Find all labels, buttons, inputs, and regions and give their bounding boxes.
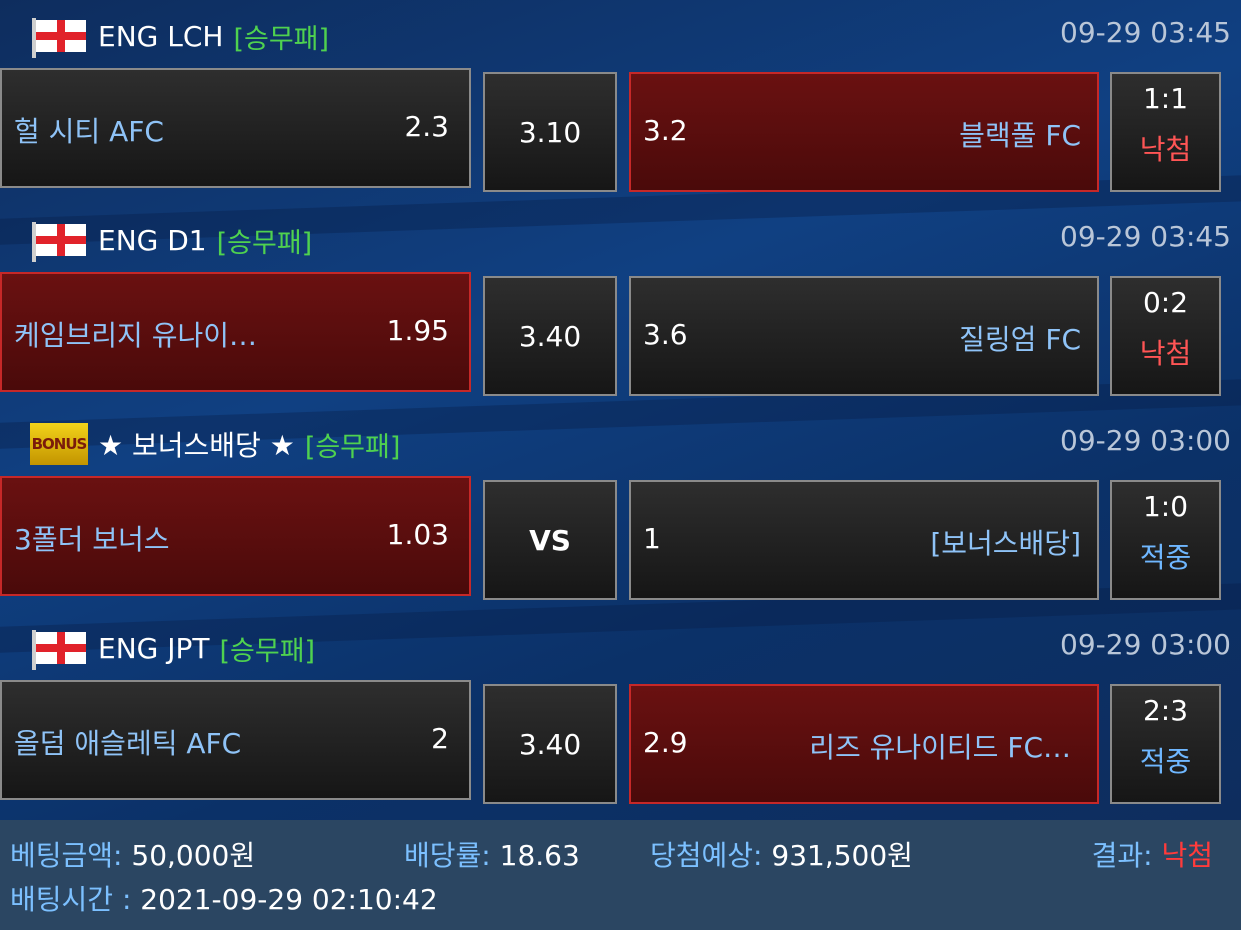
draw-bet-button[interactable]: VS [483,480,617,600]
market-type: [승무패] [216,227,313,259]
league-info: ENG D1 [승무패] [32,220,313,262]
total-odds-value: 18.63 [499,839,580,872]
match-row: ENG JPT [승무패] 09-29 03:00 올덤 애슬레틱 AFC 2 … [0,612,1241,816]
league-info: ENG LCH [승무패] [32,16,330,58]
draw-odds: VS [529,523,571,557]
league-info: ENG JPT [승무패] [32,628,316,670]
away-odds: 1 [643,522,661,555]
result-box: 2:3 적중 [1110,684,1221,804]
bet-result-label: 결과: [1091,839,1153,872]
away-odds: 3.2 [643,114,688,147]
away-team-name: 리즈 유나이티드 FC… [809,731,1071,764]
match-header: BONUS ★ 보너스배당 ★ [승무패] 09-29 03:00 [0,408,1241,476]
draw-odds: 3.10 [518,115,582,149]
market-type: [승무패] [233,23,330,55]
england-flag-icon [32,630,88,670]
home-team-name: 올덤 애슬레틱 AFC [14,727,242,760]
league-name: ★ 보너스배당 ★ [98,429,295,462]
league-info: BONUS ★ 보너스배당 ★ [승무패] [30,423,401,465]
away-odds: 3.6 [643,318,688,351]
result-box: 0:2 낙첨 [1110,276,1221,396]
result-box: 1:1 낙첨 [1110,72,1221,192]
market-type: [승무패] [219,635,316,667]
bet-outcome: 적중 [1139,745,1192,778]
home-team-name: 케임브리지 유나이… [14,319,257,352]
england-flag-icon [32,222,88,262]
match-datetime: 09-29 03:45 [1060,220,1231,253]
match-score: 0:2 [1142,286,1189,319]
match-score: 1:0 [1142,490,1189,523]
match-row: ENG LCH [승무패] 09-29 03:45 헐 시티 AFC 2.3 3… [0,0,1241,204]
away-bet-button[interactable]: 3.6 질링엄 FC [629,276,1099,396]
result-box: 1:0 적중 [1110,480,1221,600]
league-name: ENG LCH [98,19,224,53]
match-header: ENG LCH [승무패] 09-29 03:45 [0,0,1241,68]
match-score: 1:1 [1142,82,1189,115]
bet-amount: 베팅금액: 50,000원 [10,834,255,874]
bet-outcome: 적중 [1139,541,1192,574]
draw-odds: 3.40 [518,727,582,761]
away-bet-button[interactable]: 3.2 블랙풀 FC [629,72,1099,192]
match-header: ENG D1 [승무패] 09-29 03:45 [0,204,1241,272]
draw-bet-button[interactable]: 3.40 [483,684,617,804]
market-type: [승무패] [304,431,401,463]
england-flag-icon [32,18,88,58]
bet-time-value: 2021-09-29 02:10:42 [140,883,438,916]
home-bet-button[interactable]: 케임브리지 유나이… 1.95 [0,272,471,392]
away-team-name: 블랙풀 FC [959,119,1081,152]
match-row: ENG D1 [승무패] 09-29 03:45 케임브리지 유나이… 1.95… [0,204,1241,408]
home-bet-button[interactable]: 3폴더 보너스 1.03 [0,476,471,596]
bonus-badge-icon: BONUS [30,423,88,465]
away-bet-button[interactable]: 2.9 리즈 유나이티드 FC… [629,684,1099,804]
bet-outcome: 낙첨 [1139,337,1192,370]
match-datetime: 09-29 03:00 [1060,628,1231,661]
home-odds: 1.03 [386,518,449,551]
home-odds: 1.95 [386,314,449,347]
home-bet-button[interactable]: 올덤 애슬레틱 AFC 2 [0,680,471,800]
bet-result: 결과: 낙첨 [1092,834,1213,874]
bet-time-label: 배팅시간 : [10,883,132,916]
league-name: ENG JPT [98,631,210,665]
home-odds: 2 [431,722,449,755]
match-datetime: 09-29 03:00 [1060,424,1231,457]
bet-summary: 베팅금액: 50,000원 배당률: 18.63 당첨예상: 931,500원 … [0,820,1241,930]
away-bet-button[interactable]: 1 [보너스배당] [629,480,1099,600]
expected-payout-label: 당첨예상: [650,839,763,872]
match-header: ENG JPT [승무패] 09-29 03:00 [0,612,1241,680]
expected-payout: 당첨예상: 931,500원 [650,834,913,874]
home-team-name: 3폴더 보너스 [14,523,170,556]
home-team-name: 헐 시티 AFC [14,115,164,148]
league-name: ENG D1 [98,223,207,257]
match-score: 2:3 [1142,694,1189,727]
draw-bet-button[interactable]: 3.40 [483,276,617,396]
bet-outcome: 낙첨 [1139,133,1192,166]
home-odds: 2.3 [404,110,449,143]
total-odds-label: 배당률: [404,839,491,872]
bet-amount-value: 50,000원 [131,839,256,872]
draw-odds: 3.40 [518,319,582,353]
home-bet-button[interactable]: 헐 시티 AFC 2.3 [0,68,471,188]
away-odds: 2.9 [643,726,688,759]
bet-amount-label: 베팅금액: [10,839,123,872]
match-row: BONUS ★ 보너스배당 ★ [승무패] 09-29 03:00 3폴더 보너… [0,408,1241,612]
draw-bet-button[interactable]: 3.10 [483,72,617,192]
expected-payout-value: 931,500원 [771,839,913,872]
match-datetime: 09-29 03:45 [1060,16,1231,49]
away-team-name: [보너스배당] [930,527,1081,560]
away-team-name: 질링엄 FC [959,323,1081,356]
bet-result-value: 낙첨 [1161,839,1213,872]
total-odds: 배당률: 18.63 [404,834,580,874]
bet-time: 배팅시간 : 2021-09-29 02:10:42 [10,878,438,918]
